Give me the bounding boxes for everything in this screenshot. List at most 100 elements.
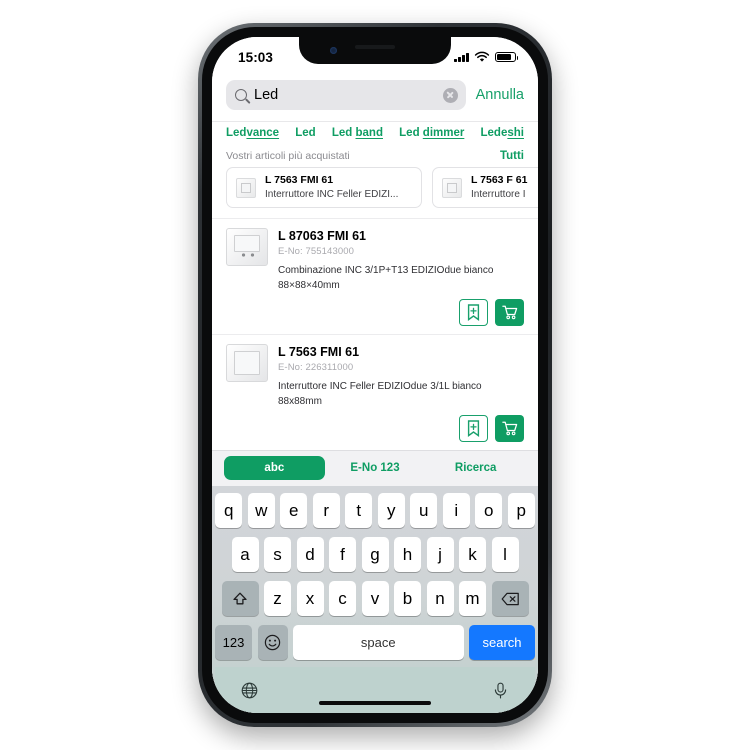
result-row[interactable]: L 7563 FMI 61 E-No: 226311000 Interrutto… — [212, 335, 538, 450]
microphone-icon[interactable] — [492, 682, 509, 699]
socket-combination-thumbnail-icon — [226, 228, 268, 266]
result-actions — [226, 299, 524, 327]
key-i[interactable]: i — [442, 493, 470, 528]
cancel-search-button[interactable]: Annulla — [476, 87, 524, 103]
suggestion-chip-1[interactable]: Led — [295, 127, 315, 139]
tab-ricerca[interactable]: Ricerca — [425, 456, 526, 480]
key-a[interactable]: a — [231, 537, 259, 572]
purchased-section-header: Vostri articoli più acquistati Tutti — [212, 148, 538, 167]
key-b[interactable]: b — [394, 581, 421, 616]
search-row: Led Annulla — [212, 71, 538, 121]
key-g[interactable]: g — [361, 537, 389, 572]
key-y[interactable]: y — [377, 493, 405, 528]
key-c[interactable]: c — [329, 581, 356, 616]
result-title: L 87063 FMI 61 — [278, 229, 367, 243]
keyboard-row-1: q w e r t y u i o p — [215, 493, 535, 528]
search-results-list[interactable]: L 87063 FMI 61 E-No: 755143000 Combinazi… — [212, 218, 538, 450]
suggestion-prefix: Led — [295, 127, 316, 139]
globe-language-icon[interactable] — [241, 682, 258, 699]
search-input[interactable]: Led — [226, 80, 466, 110]
key-k[interactable]: k — [459, 537, 486, 572]
search-suggestions: Ledvance Led Led band Led dimmer Ledeshi — [212, 121, 538, 148]
shopping-cart-icon[interactable] — [495, 415, 524, 443]
suggestion-prefix: Lede — [480, 127, 508, 139]
purchased-card[interactable]: L 7563 F 61 Interruttore I — [432, 167, 538, 208]
front-camera-icon — [330, 47, 337, 54]
bookmark-add-icon[interactable] — [459, 415, 488, 443]
key-w[interactable]: w — [247, 493, 275, 528]
key-l[interactable]: l — [491, 537, 519, 572]
bookmark-add-icon[interactable] — [459, 299, 488, 327]
phone-screen: 15:03 Led Annulla Ledvance Led Led band … — [212, 37, 538, 713]
key-u[interactable]: u — [410, 493, 438, 528]
purchased-items-carousel[interactable]: L 7563 FMI 61 Interruttore INC Feller ED… — [212, 167, 538, 218]
clear-search-button[interactable] — [442, 87, 458, 103]
suggestion-completion: dimmer — [422, 127, 465, 139]
key-z[interactable]: z — [264, 581, 291, 616]
tab-eno[interactable]: E-No 123 — [325, 456, 426, 480]
suggestion-chip-2[interactable]: Led band — [332, 127, 383, 139]
result-row[interactable]: L 87063 FMI 61 E-No: 755143000 Combinazi… — [212, 219, 538, 336]
result-actions — [226, 415, 524, 443]
numbers-key[interactable]: 123 — [215, 625, 252, 660]
switch-thumbnail-icon — [236, 177, 256, 198]
purchased-card[interactable]: L 7563 FMI 61 Interruttore INC Feller ED… — [226, 167, 422, 208]
search-input-value: Led — [254, 86, 279, 103]
suggestion-chip-3[interactable]: Led dimmer — [399, 127, 464, 139]
result-description: Combinazione INC 3/1P+T13 EDIZIOdue bian… — [278, 265, 494, 292]
battery-icon — [495, 51, 519, 63]
keyboard-bottom-bar — [215, 667, 535, 713]
key-r[interactable]: r — [312, 493, 340, 528]
home-indicator — [319, 700, 431, 705]
key-d[interactable]: d — [296, 537, 324, 572]
search-icon — [235, 89, 247, 101]
key-p[interactable]: p — [507, 493, 535, 528]
key-s[interactable]: s — [264, 537, 291, 572]
key-j[interactable]: j — [426, 537, 454, 572]
keyboard-row-2: a s d f g h j k l — [215, 537, 535, 572]
switch-thumbnail-icon — [226, 344, 268, 383]
screenshot-stage: 15:03 Led Annulla Ledvance Led Led band … — [0, 0, 750, 750]
suggestion-completion: vance — [246, 127, 280, 139]
result-title: L 7563 FMI 61 — [278, 345, 360, 360]
space-key[interactable]: space — [293, 625, 464, 660]
key-h[interactable]: h — [394, 537, 421, 572]
purchased-card-desc: Interruttore I — [471, 188, 526, 200]
wifi-icon — [474, 51, 490, 62]
key-t[interactable]: t — [345, 493, 373, 528]
key-q[interactable]: q — [215, 493, 243, 528]
tab-abc[interactable]: abc — [224, 456, 325, 480]
suggestion-prefix: Led — [331, 127, 356, 139]
shift-up-arrow-icon[interactable] — [221, 581, 259, 616]
purchased-card-name: L 7563 FMI 61 — [265, 174, 334, 187]
suggestion-prefix: Led — [226, 127, 247, 139]
suggestion-chip-4[interactable]: Ledeshi — [481, 127, 524, 139]
key-m[interactable]: m — [459, 581, 486, 616]
key-n[interactable]: n — [426, 581, 454, 616]
emoji-smiley-icon[interactable] — [257, 625, 288, 660]
search-key[interactable]: search — [469, 625, 535, 660]
suggestion-chip-0[interactable]: Ledvance — [226, 127, 279, 139]
earpiece-speaker — [355, 45, 395, 49]
key-x[interactable]: x — [296, 581, 324, 616]
key-e[interactable]: e — [280, 493, 308, 528]
key-f[interactable]: f — [329, 537, 356, 572]
result-eno: E-No: 755143000 — [278, 245, 354, 257]
shopping-cart-icon[interactable] — [495, 299, 524, 327]
key-v[interactable]: v — [361, 581, 389, 616]
purchased-view-all-link[interactable]: Tutti — [500, 150, 524, 162]
result-description: Interruttore INC Feller EDIZIOdue 3/1L b… — [278, 381, 482, 408]
purchased-section-title: Vostri articoli più acquistati — [226, 150, 350, 162]
suggestion-prefix: Led — [399, 127, 423, 139]
search-mode-tabs: abc E-No 123 Ricerca — [212, 450, 538, 486]
notch — [299, 37, 451, 64]
key-o[interactable]: o — [475, 493, 503, 528]
suggestion-completion: band — [355, 127, 383, 139]
keyboard-row-4: 123 space search — [215, 625, 535, 667]
backspace-delete-icon[interactable] — [491, 581, 529, 616]
cellular-bars-icon — [454, 52, 469, 62]
purchased-card-name: L 7563 F 61 — [471, 174, 528, 187]
app-container: Led Annulla Ledvance Led Led band Led di… — [212, 37, 538, 713]
status-time: 15:03 — [238, 49, 274, 65]
purchased-card-desc: Interruttore INC Feller EDIZI... — [265, 188, 399, 200]
